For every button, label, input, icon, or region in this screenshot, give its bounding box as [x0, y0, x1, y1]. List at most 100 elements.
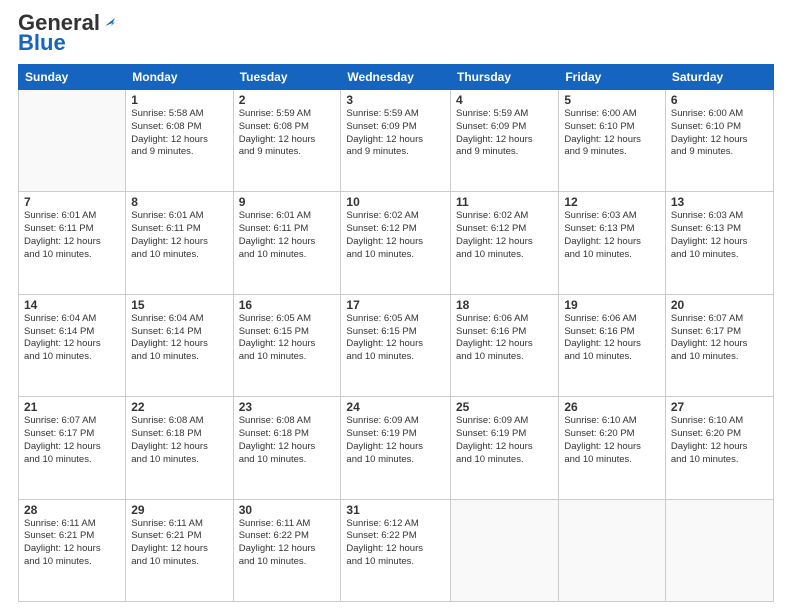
calendar-cell: 31Sunrise: 6:12 AM Sunset: 6:22 PM Dayli… — [341, 499, 451, 601]
calendar-cell: 30Sunrise: 6:11 AM Sunset: 6:22 PM Dayli… — [233, 499, 341, 601]
day-number: 17 — [346, 298, 445, 312]
day-number: 20 — [671, 298, 768, 312]
day-info: Sunrise: 5:59 AM Sunset: 6:08 PM Dayligh… — [239, 108, 336, 159]
day-info: Sunrise: 6:01 AM Sunset: 6:11 PM Dayligh… — [24, 210, 120, 261]
day-number: 26 — [564, 400, 660, 414]
calendar-cell: 26Sunrise: 6:10 AM Sunset: 6:20 PM Dayli… — [559, 397, 666, 499]
calendar-header-row: Sunday Monday Tuesday Wednesday Thursday… — [19, 65, 774, 90]
day-number: 4 — [456, 93, 553, 107]
day-number: 5 — [564, 93, 660, 107]
calendar-cell: 5Sunrise: 6:00 AM Sunset: 6:10 PM Daylig… — [559, 90, 666, 192]
day-info: Sunrise: 6:10 AM Sunset: 6:20 PM Dayligh… — [671, 415, 768, 466]
day-info: Sunrise: 5:59 AM Sunset: 6:09 PM Dayligh… — [456, 108, 553, 159]
day-number: 15 — [131, 298, 227, 312]
calendar-cell: 10Sunrise: 6:02 AM Sunset: 6:12 PM Dayli… — [341, 192, 451, 294]
calendar-cell: 3Sunrise: 5:59 AM Sunset: 6:09 PM Daylig… — [341, 90, 451, 192]
calendar-cell: 17Sunrise: 6:05 AM Sunset: 6:15 PM Dayli… — [341, 294, 451, 396]
calendar-cell: 15Sunrise: 6:04 AM Sunset: 6:14 PM Dayli… — [126, 294, 233, 396]
day-number: 9 — [239, 195, 336, 209]
calendar-cell: 9Sunrise: 6:01 AM Sunset: 6:11 PM Daylig… — [233, 192, 341, 294]
calendar-row: 14Sunrise: 6:04 AM Sunset: 6:14 PM Dayli… — [19, 294, 774, 396]
calendar-cell: 20Sunrise: 6:07 AM Sunset: 6:17 PM Dayli… — [665, 294, 773, 396]
day-info: Sunrise: 6:05 AM Sunset: 6:15 PM Dayligh… — [239, 313, 336, 364]
calendar-cell — [559, 499, 666, 601]
day-number: 1 — [131, 93, 227, 107]
day-info: Sunrise: 6:11 AM Sunset: 6:22 PM Dayligh… — [239, 518, 336, 569]
day-info: Sunrise: 6:10 AM Sunset: 6:20 PM Dayligh… — [564, 415, 660, 466]
page: General Blue Sunday Monday Tuesday Wedne… — [0, 0, 792, 612]
day-info: Sunrise: 6:07 AM Sunset: 6:17 PM Dayligh… — [24, 415, 120, 466]
calendar-cell: 7Sunrise: 6:01 AM Sunset: 6:11 PM Daylig… — [19, 192, 126, 294]
day-info: Sunrise: 6:04 AM Sunset: 6:14 PM Dayligh… — [131, 313, 227, 364]
calendar-cell: 24Sunrise: 6:09 AM Sunset: 6:19 PM Dayli… — [341, 397, 451, 499]
calendar-cell — [665, 499, 773, 601]
calendar-cell — [19, 90, 126, 192]
header-tuesday: Tuesday — [233, 65, 341, 90]
header-saturday: Saturday — [665, 65, 773, 90]
calendar-cell: 8Sunrise: 6:01 AM Sunset: 6:11 PM Daylig… — [126, 192, 233, 294]
day-number: 10 — [346, 195, 445, 209]
calendar-cell: 29Sunrise: 6:11 AM Sunset: 6:21 PM Dayli… — [126, 499, 233, 601]
day-number: 22 — [131, 400, 227, 414]
calendar-row: 28Sunrise: 6:11 AM Sunset: 6:21 PM Dayli… — [19, 499, 774, 601]
calendar-cell: 21Sunrise: 6:07 AM Sunset: 6:17 PM Dayli… — [19, 397, 126, 499]
day-number: 19 — [564, 298, 660, 312]
day-info: Sunrise: 6:01 AM Sunset: 6:11 PM Dayligh… — [131, 210, 227, 261]
day-number: 8 — [131, 195, 227, 209]
calendar-cell: 13Sunrise: 6:03 AM Sunset: 6:13 PM Dayli… — [665, 192, 773, 294]
header-sunday: Sunday — [19, 65, 126, 90]
calendar-cell: 28Sunrise: 6:11 AM Sunset: 6:21 PM Dayli… — [19, 499, 126, 601]
calendar-table: Sunday Monday Tuesday Wednesday Thursday… — [18, 64, 774, 602]
day-info: Sunrise: 6:04 AM Sunset: 6:14 PM Dayligh… — [24, 313, 120, 364]
day-number: 29 — [131, 503, 227, 517]
day-info: Sunrise: 6:02 AM Sunset: 6:12 PM Dayligh… — [456, 210, 553, 261]
day-number: 18 — [456, 298, 553, 312]
day-number: 7 — [24, 195, 120, 209]
header-thursday: Thursday — [451, 65, 559, 90]
calendar-cell: 18Sunrise: 6:06 AM Sunset: 6:16 PM Dayli… — [451, 294, 559, 396]
calendar-cell: 1Sunrise: 5:58 AM Sunset: 6:08 PM Daylig… — [126, 90, 233, 192]
calendar-cell: 23Sunrise: 6:08 AM Sunset: 6:18 PM Dayli… — [233, 397, 341, 499]
calendar-cell: 16Sunrise: 6:05 AM Sunset: 6:15 PM Dayli… — [233, 294, 341, 396]
calendar-cell: 12Sunrise: 6:03 AM Sunset: 6:13 PM Dayli… — [559, 192, 666, 294]
day-info: Sunrise: 6:12 AM Sunset: 6:22 PM Dayligh… — [346, 518, 445, 569]
day-number: 30 — [239, 503, 336, 517]
day-number: 14 — [24, 298, 120, 312]
day-info: Sunrise: 6:00 AM Sunset: 6:10 PM Dayligh… — [564, 108, 660, 159]
day-number: 3 — [346, 93, 445, 107]
day-info: Sunrise: 6:07 AM Sunset: 6:17 PM Dayligh… — [671, 313, 768, 364]
header: General Blue — [18, 10, 774, 56]
day-number: 6 — [671, 93, 768, 107]
day-info: Sunrise: 6:06 AM Sunset: 6:16 PM Dayligh… — [456, 313, 553, 364]
day-number: 24 — [346, 400, 445, 414]
day-info: Sunrise: 6:02 AM Sunset: 6:12 PM Dayligh… — [346, 210, 445, 261]
day-number: 13 — [671, 195, 768, 209]
calendar-cell: 22Sunrise: 6:08 AM Sunset: 6:18 PM Dayli… — [126, 397, 233, 499]
day-info: Sunrise: 6:08 AM Sunset: 6:18 PM Dayligh… — [131, 415, 227, 466]
day-info: Sunrise: 6:03 AM Sunset: 6:13 PM Dayligh… — [671, 210, 768, 261]
logo: General Blue — [18, 10, 119, 56]
day-info: Sunrise: 6:03 AM Sunset: 6:13 PM Dayligh… — [564, 210, 660, 261]
day-number: 28 — [24, 503, 120, 517]
day-info: Sunrise: 6:11 AM Sunset: 6:21 PM Dayligh… — [24, 518, 120, 569]
calendar-cell: 4Sunrise: 5:59 AM Sunset: 6:09 PM Daylig… — [451, 90, 559, 192]
day-info: Sunrise: 6:11 AM Sunset: 6:21 PM Dayligh… — [131, 518, 227, 569]
day-number: 11 — [456, 195, 553, 209]
calendar-row: 1Sunrise: 5:58 AM Sunset: 6:08 PM Daylig… — [19, 90, 774, 192]
header-monday: Monday — [126, 65, 233, 90]
calendar-row: 7Sunrise: 6:01 AM Sunset: 6:11 PM Daylig… — [19, 192, 774, 294]
day-info: Sunrise: 6:01 AM Sunset: 6:11 PM Dayligh… — [239, 210, 336, 261]
logo-blue: Blue — [18, 30, 66, 56]
calendar-cell: 11Sunrise: 6:02 AM Sunset: 6:12 PM Dayli… — [451, 192, 559, 294]
day-number: 31 — [346, 503, 445, 517]
calendar-cell: 19Sunrise: 6:06 AM Sunset: 6:16 PM Dayli… — [559, 294, 666, 396]
day-number: 2 — [239, 93, 336, 107]
calendar-cell: 6Sunrise: 6:00 AM Sunset: 6:10 PM Daylig… — [665, 90, 773, 192]
calendar-row: 21Sunrise: 6:07 AM Sunset: 6:17 PM Dayli… — [19, 397, 774, 499]
calendar-cell: 14Sunrise: 6:04 AM Sunset: 6:14 PM Dayli… — [19, 294, 126, 396]
day-number: 16 — [239, 298, 336, 312]
calendar-cell: 25Sunrise: 6:09 AM Sunset: 6:19 PM Dayli… — [451, 397, 559, 499]
day-info: Sunrise: 6:00 AM Sunset: 6:10 PM Dayligh… — [671, 108, 768, 159]
day-info: Sunrise: 6:05 AM Sunset: 6:15 PM Dayligh… — [346, 313, 445, 364]
calendar-cell — [451, 499, 559, 601]
